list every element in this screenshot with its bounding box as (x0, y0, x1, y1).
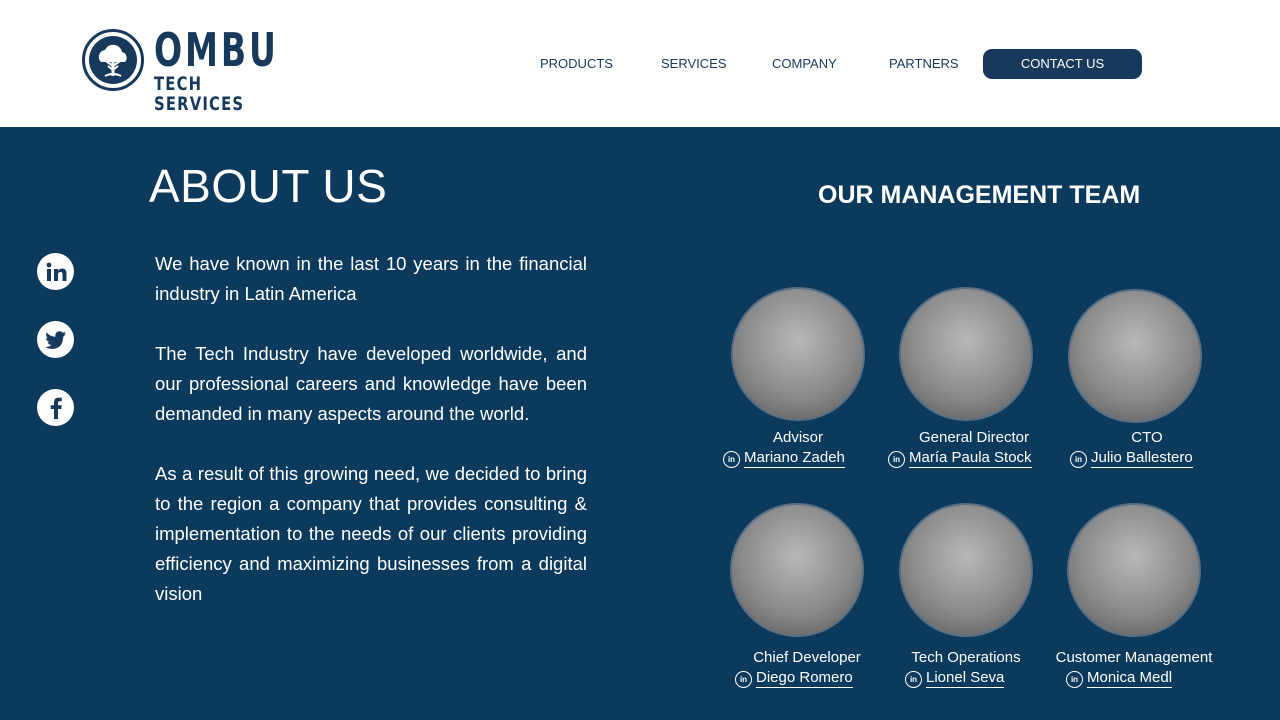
nav-services[interactable]: SERVICES (661, 49, 727, 79)
member-name-link[interactable]: María Paula Stock (909, 449, 1032, 468)
about-body: We have known in the last 10 years in th… (155, 249, 587, 639)
brand-logo[interactable]: OMBU TECH SERVICES (80, 23, 280, 114)
avatar (731, 287, 865, 421)
linkedin-icon: in (888, 451, 905, 468)
site-header: OMBU TECH SERVICES PRODUCTS SERVICES COM… (0, 0, 1280, 127)
nav-partners[interactable]: PARTNERS (889, 49, 959, 79)
linkedin-icon: in (1070, 451, 1087, 468)
avatar (1067, 503, 1201, 637)
contact-us-button[interactable]: CONTACT US (983, 49, 1142, 79)
cloud-tree-logo-icon (82, 29, 144, 91)
avatar (899, 503, 1033, 637)
avatar (1068, 289, 1202, 423)
linkedin-icon[interactable] (37, 253, 74, 290)
team-title: OUR MANAGEMENT TEAM (818, 181, 1141, 209)
about-paragraph: The Tech Industry have developed worldwi… (155, 343, 587, 424)
brand-tagline: TECH SERVICES (154, 73, 245, 115)
brand-name: OMBU (154, 23, 279, 77)
twitter-icon[interactable] (37, 321, 74, 358)
member-name-link[interactable]: Mariano Zadeh (744, 449, 845, 468)
linkedin-icon: in (723, 451, 740, 468)
member-name-link[interactable]: Lionel Seva (926, 669, 1005, 688)
nav-products[interactable]: PRODUCTS (540, 49, 613, 79)
avatar (899, 287, 1033, 421)
member-role: CTO (1131, 429, 1163, 446)
member-name-link[interactable]: Diego Romero (756, 669, 853, 688)
member-role: Customer Management (1055, 649, 1213, 666)
member-name-link[interactable]: Julio Ballestero (1091, 449, 1193, 468)
linkedin-icon: in (905, 671, 922, 688)
about-section: ABOUT US We have known in the last 10 ye… (0, 127, 1280, 720)
avatar (730, 503, 864, 637)
nav-company[interactable]: COMPANY (772, 49, 837, 79)
about-paragraph: As a result of this growing need, we dec… (155, 463, 587, 604)
linkedin-icon: in (1066, 671, 1083, 688)
about-title: ABOUT US (149, 160, 388, 212)
about-paragraph: We have known in the last 10 years in th… (155, 253, 587, 304)
linkedin-icon: in (735, 671, 752, 688)
member-name-link[interactable]: Monica Medl (1087, 669, 1173, 688)
facebook-icon[interactable] (37, 389, 74, 426)
